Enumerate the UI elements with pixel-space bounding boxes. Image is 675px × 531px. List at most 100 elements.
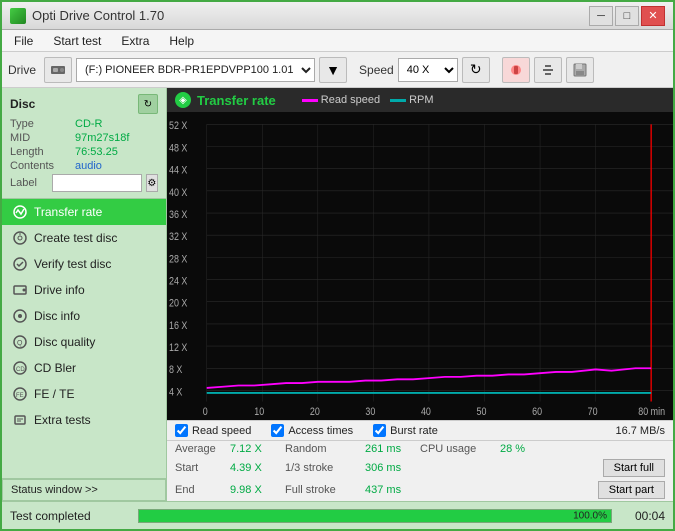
burst-rate-label: Burst rate	[390, 425, 438, 437]
legend-rpm: RPM	[390, 94, 433, 106]
menu-extra[interactable]: Extra	[113, 32, 157, 50]
nav-fe-te-label: FE / TE	[34, 387, 74, 401]
nav-disc-info[interactable]: Disc info	[2, 303, 166, 329]
save-btn[interactable]	[566, 57, 594, 83]
nav-fe-te[interactable]: FE FE / TE	[2, 381, 166, 407]
start-part-button[interactable]: Start part	[598, 481, 665, 499]
svg-text:30: 30	[365, 406, 375, 418]
svg-text:28 X: 28 X	[169, 253, 188, 265]
burst-rate-checkbox-label[interactable]: Burst rate	[373, 424, 438, 437]
chart-area: 52 X 48 X 44 X 40 X 36 X 32 X 28 X 24 X …	[167, 112, 673, 420]
read-speed-label: Read speed	[192, 425, 251, 437]
access-times-checkbox-label[interactable]: Access times	[271, 424, 353, 437]
minimize-button[interactable]: ─	[589, 6, 613, 26]
average-label: Average	[175, 443, 230, 455]
svg-text:10: 10	[254, 406, 264, 418]
stats-area: Average 7.12 X Random 261 ms CPU usage 2…	[167, 440, 673, 501]
extra-tests-icon	[12, 412, 28, 428]
drive-refresh-btn[interactable]: ▼	[319, 57, 347, 83]
burst-rate-checkbox[interactable]	[373, 424, 386, 437]
stats-row-average: Average 7.12 X Random 261 ms CPU usage 2…	[167, 441, 673, 457]
disc-refresh-btn[interactable]: ↻	[138, 94, 158, 114]
contents-value: audio	[75, 160, 102, 172]
svg-text:12 X: 12 X	[169, 342, 188, 354]
disc-info-icon	[12, 308, 28, 324]
app-icon	[10, 8, 26, 24]
progress-text: 100.0%	[573, 510, 607, 521]
type-label: Type	[10, 118, 75, 130]
sidebar: Disc ↻ Type CD-R MID 97m27s18f Length 76…	[2, 88, 167, 501]
create-disc-icon	[12, 230, 28, 246]
label-icon-btn[interactable]: ⚙	[146, 174, 158, 192]
svg-text:80 min: 80 min	[638, 406, 665, 418]
status-text: Test completed	[10, 509, 130, 523]
erase-btn[interactable]	[502, 57, 530, 83]
disc-quality-icon: Q	[12, 334, 28, 350]
svg-text:40 X: 40 X	[169, 187, 188, 199]
svg-text:40: 40	[421, 406, 431, 418]
menu-file[interactable]: File	[6, 32, 41, 50]
svg-text:CD: CD	[16, 367, 25, 373]
cpu-usage-label: CPU usage	[420, 443, 500, 455]
full-stroke-value: 437 ms	[365, 484, 420, 496]
access-times-label: Access times	[288, 425, 353, 437]
burst-rate-value: 16.7 MB/s	[615, 425, 665, 437]
menu-start-test[interactable]: Start test	[45, 32, 109, 50]
drive-select[interactable]: (F:) PIONEER BDR-PR1EPDVPP100 1.01	[76, 58, 315, 82]
nav-create-test-disc-label: Create test disc	[34, 231, 117, 245]
nav-drive-info-label: Drive info	[34, 283, 85, 297]
bottom-bar: Test completed 100.0% 00:04	[2, 501, 673, 529]
svg-text:70: 70	[588, 406, 598, 418]
disc-panel: Disc ↻ Type CD-R MID 97m27s18f Length 76…	[2, 88, 166, 199]
drive-label: Drive	[8, 63, 36, 77]
status-window-btn[interactable]: Status window >>	[2, 479, 166, 501]
label-label: Label	[10, 177, 48, 189]
nav-cd-bler-label: CD Bler	[34, 361, 76, 375]
titlebar: Opti Drive Control 1.70 ─ □ ✕	[2, 2, 673, 30]
tools-btn[interactable]	[534, 57, 562, 83]
mid-value: 97m27s18f	[75, 132, 129, 144]
svg-text:48 X: 48 X	[169, 143, 188, 155]
progress-bar-fill	[139, 510, 611, 522]
close-button[interactable]: ✕	[641, 6, 665, 26]
drive-icon-btn[interactable]	[44, 57, 72, 83]
titlebar-controls: ─ □ ✕	[589, 6, 665, 26]
nav-verify-test-disc[interactable]: Verify test disc	[2, 251, 166, 277]
svg-text:8 X: 8 X	[169, 364, 183, 376]
one-third-value: 306 ms	[365, 462, 420, 474]
menu-help[interactable]: Help	[161, 32, 202, 50]
nav-transfer-rate[interactable]: Transfer rate	[2, 199, 166, 225]
progress-bar: 100.0%	[138, 509, 612, 523]
speed-set-btn[interactable]: ↻	[462, 57, 490, 83]
svg-text:4 X: 4 X	[169, 387, 183, 399]
nav-drive-info[interactable]: Drive info	[2, 277, 166, 303]
svg-text:60: 60	[532, 406, 542, 418]
chart-title-icon: ◈	[175, 92, 191, 108]
read-speed-checkbox[interactable]	[175, 424, 188, 437]
nav-transfer-rate-label: Transfer rate	[34, 205, 102, 219]
chart-svg: 52 X 48 X 44 X 40 X 36 X 32 X 28 X 24 X …	[167, 112, 673, 420]
label-input[interactable]	[52, 174, 142, 192]
svg-text:52 X: 52 X	[169, 120, 188, 132]
speed-select[interactable]: 40 X	[398, 58, 458, 82]
type-value: CD-R	[75, 118, 103, 130]
read-speed-checkbox-label[interactable]: Read speed	[175, 424, 251, 437]
transfer-rate-icon	[12, 204, 28, 220]
nav-create-test-disc[interactable]: Create test disc	[2, 225, 166, 251]
legend-read-color	[302, 99, 318, 102]
access-times-checkbox[interactable]	[271, 424, 284, 437]
start-full-button[interactable]: Start full	[603, 459, 665, 477]
svg-text:50: 50	[477, 406, 487, 418]
nav-disc-quality[interactable]: Q Disc quality	[2, 329, 166, 355]
fe-te-icon: FE	[12, 386, 28, 402]
legend-rpm-color	[390, 99, 406, 102]
start-label: Start	[175, 462, 230, 474]
nav-extra-tests[interactable]: Extra tests	[2, 407, 166, 433]
maximize-button[interactable]: □	[615, 6, 639, 26]
time-text: 00:04	[620, 509, 665, 523]
nav-disc-quality-label: Disc quality	[34, 335, 95, 349]
legend-read-speed: Read speed	[302, 94, 380, 106]
chart-header: ◈ Transfer rate Read speed RPM	[167, 88, 673, 112]
nav-cd-bler[interactable]: CD CD Bler	[2, 355, 166, 381]
nav-disc-info-label: Disc info	[34, 309, 80, 323]
